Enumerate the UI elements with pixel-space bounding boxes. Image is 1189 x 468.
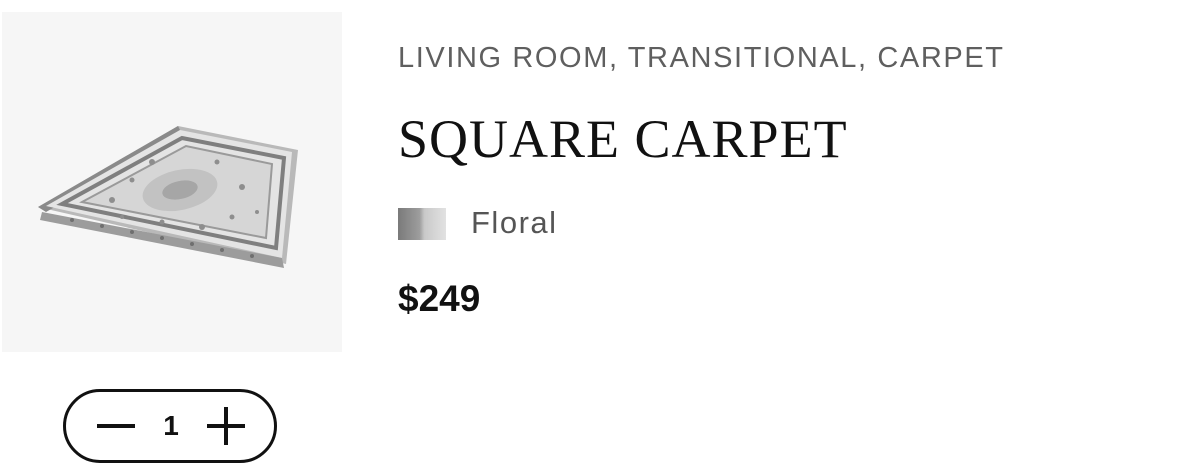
product-image[interactable]: [2, 12, 342, 352]
quantity-stepper: 1: [63, 389, 277, 463]
increment-button[interactable]: [202, 402, 250, 450]
product-price: $249: [398, 278, 481, 319]
plus-icon: [207, 407, 245, 445]
rug-illustration: [38, 126, 298, 268]
minus-icon: [97, 424, 135, 428]
quantity-value: 1: [163, 410, 179, 441]
product-categories: LIVING ROOM, TRANSITIONAL, CARPET: [398, 42, 1005, 74]
variant-label: Floral: [471, 205, 558, 240]
variant-swatch[interactable]: [398, 208, 446, 240]
product-title: SQUARE CARPET: [398, 109, 848, 169]
product-card: LIVING ROOM, TRANSITIONAL, CARPET SQUARE…: [0, 0, 1189, 468]
decrement-button[interactable]: [92, 402, 140, 450]
